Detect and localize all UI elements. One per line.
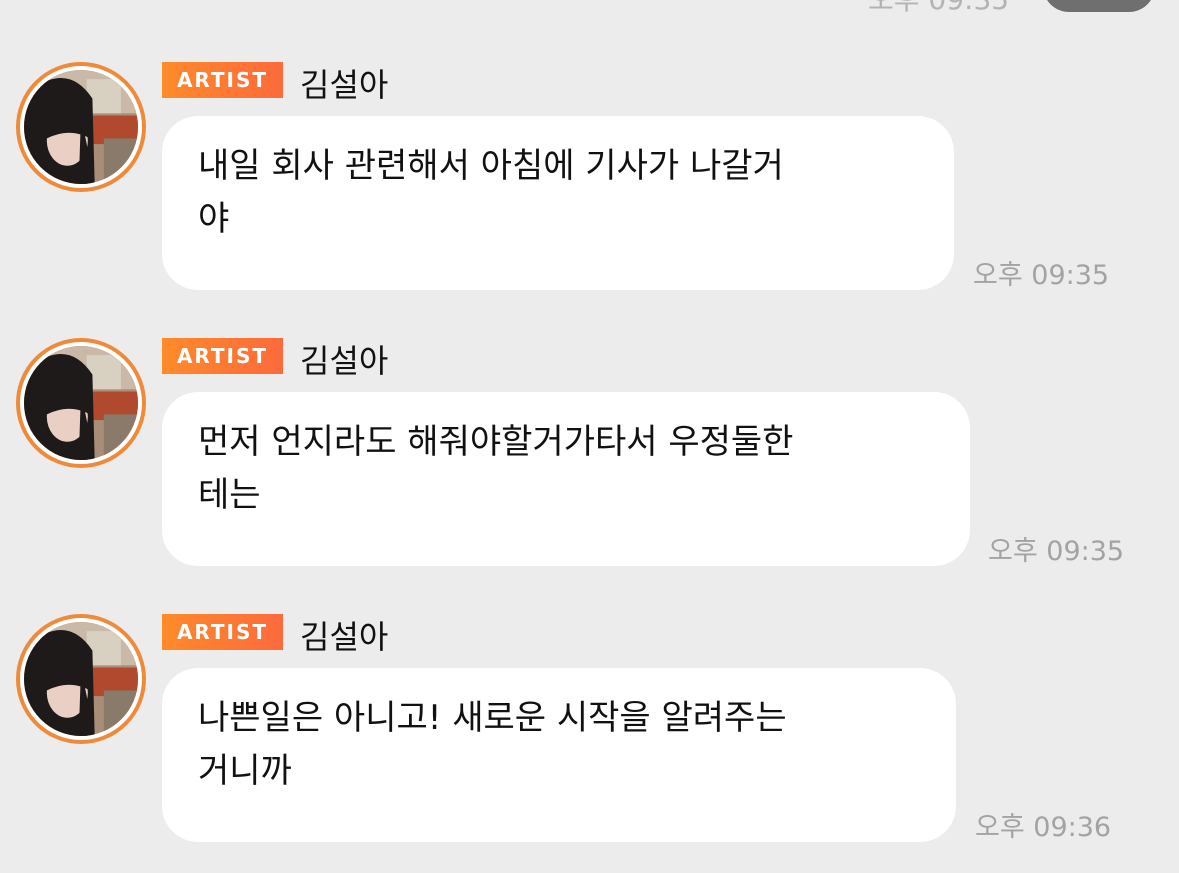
artist-badge: ARTIST	[162, 62, 283, 98]
avatar[interactable]	[16, 338, 146, 468]
chat-message: ARTIST 김설아 나쁜일은 아니고! 새로운 시작을 알려주는 거니까 오후…	[0, 614, 1179, 854]
chat-message: ARTIST 김설아 내일 회사 관련해서 아침에 기사가 나갈거 야 오후 0…	[0, 62, 1179, 302]
chat-message: ARTIST 김설아 먼저 언지라도 해줘야할거가타서 우정둘한 테는 오후 0…	[0, 338, 1179, 578]
message-text-line: 야	[198, 199, 230, 239]
message-text-line: 테는	[198, 475, 261, 515]
message-bubble[interactable]: 먼저 언지라도 해줘야할거가타서 우정둘한 테는	[162, 392, 970, 566]
message-bubble[interactable]: 내일 회사 관련해서 아침에 기사가 나갈거 야	[162, 116, 954, 290]
sender-name[interactable]: 김설아	[300, 60, 388, 106]
previous-message-bubble[interactable]	[1043, 0, 1155, 12]
sender-name[interactable]: 김설아	[300, 612, 388, 658]
message-text-line: 나쁜일은 아니고! 새로운 시작을 알려주는	[198, 698, 787, 738]
message-text-line: 먼저 언지라도 해줘야할거가타서 우정둘한	[198, 422, 794, 462]
avatar[interactable]	[16, 614, 146, 744]
message-bubble[interactable]: 나쁜일은 아니고! 새로운 시작을 알려주는 거니까	[162, 668, 956, 842]
previous-message-time: 오후 09:35	[868, 0, 1009, 18]
artist-badge: ARTIST	[162, 338, 283, 374]
message-text-line: 내일 회사 관련해서 아침에 기사가 나갈거	[198, 146, 784, 186]
avatar-photo	[24, 622, 138, 736]
message-time: 오후 09:35	[988, 536, 1125, 567]
message-time: 오후 09:36	[975, 812, 1112, 843]
avatar-photo	[24, 70, 138, 184]
sender-name[interactable]: 김설아	[300, 336, 388, 382]
message-text-line: 거니까	[198, 751, 292, 791]
artist-badge: ARTIST	[162, 614, 283, 650]
avatar-photo	[24, 346, 138, 460]
message-time: 오후 09:35	[973, 260, 1110, 291]
avatar[interactable]	[16, 62, 146, 192]
